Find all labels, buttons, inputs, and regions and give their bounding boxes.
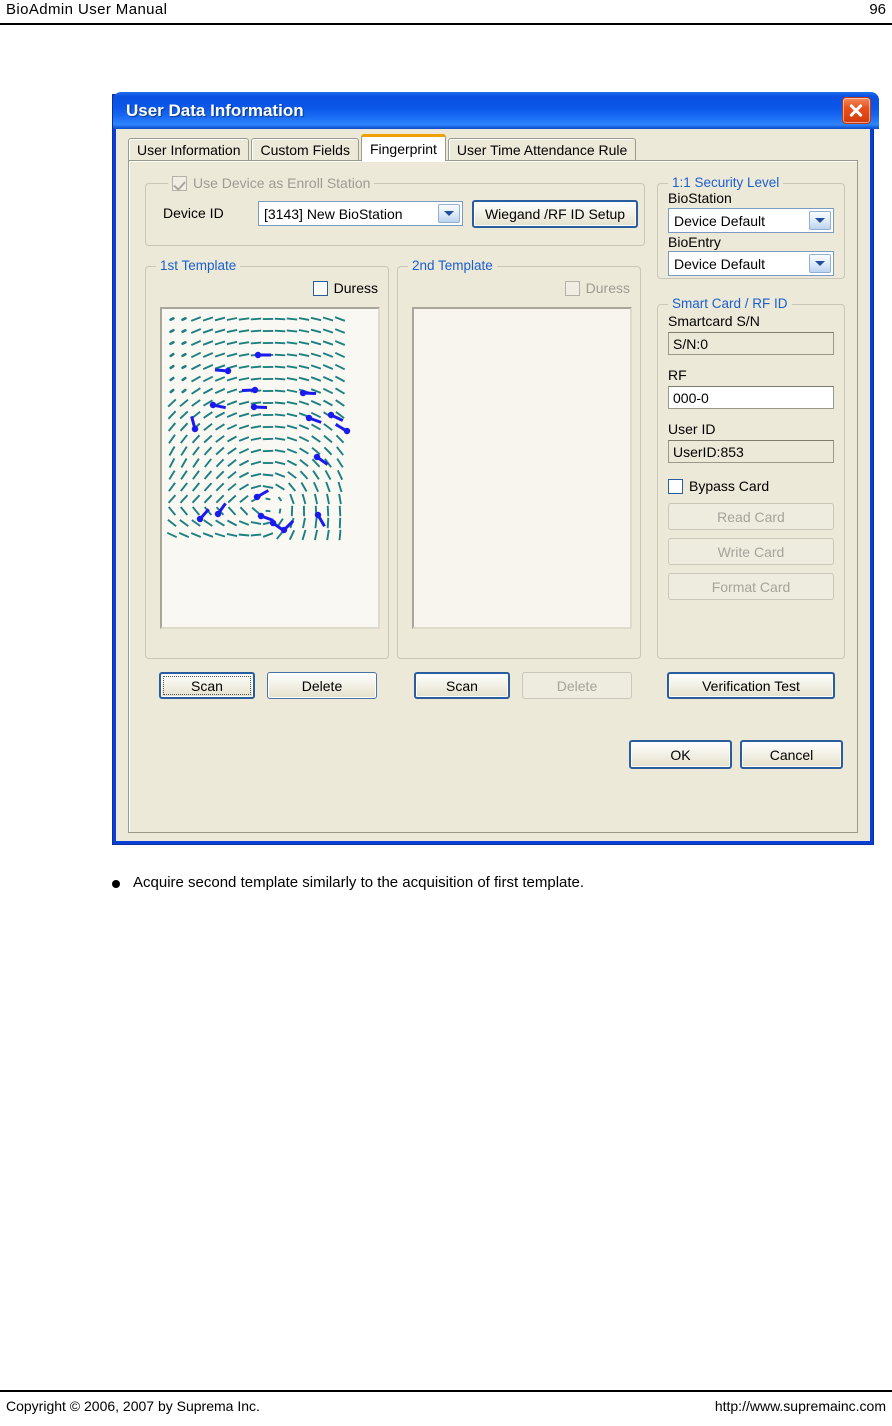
biostation-security-combo[interactable]: Device Default: [668, 208, 834, 233]
fingerprint-tab-panel: Use Device as Enroll Station Device ID […: [128, 160, 858, 833]
first-template-fingerprint-canvas[interactable]: [160, 307, 380, 629]
user-data-information-dialog: User Data Information User Information C…: [113, 92, 879, 844]
first-template-delete-button[interactable]: Delete: [267, 672, 377, 699]
second-template-duress-label: Duress: [585, 280, 630, 296]
second-template-scan-button[interactable]: Scan: [414, 672, 510, 699]
biostation-security-value: Device Default: [674, 212, 766, 229]
first-template-duress-label: Duress: [333, 280, 378, 296]
bypass-card-checkbox[interactable]: Bypass Card: [668, 478, 769, 494]
tab-fingerprint[interactable]: Fingerprint: [360, 134, 446, 161]
chevron-down-icon[interactable]: [809, 254, 831, 273]
page-footer: Copyright © 2006, 2007 by Suprema Inc. h…: [0, 1394, 892, 1418]
ok-button[interactable]: OK: [629, 740, 732, 769]
tab-user-information[interactable]: User Information: [128, 138, 250, 161]
bullet-icon: [112, 880, 120, 888]
rf-field[interactable]: 000-0: [668, 386, 834, 409]
website-url[interactable]: http://www.supremainc.com: [715, 1398, 886, 1414]
verification-test-button[interactable]: Verification Test: [667, 672, 835, 699]
second-template-legend: 2nd Template: [408, 258, 497, 273]
dialog-titlebar: User Data Information: [113, 92, 879, 129]
read-card-button: Read Card: [668, 503, 834, 530]
enroll-station-legend-label: Use Device as Enroll Station: [193, 175, 371, 191]
smartcard-sn-label: Smartcard S/N: [668, 313, 760, 329]
fingerprint-image: [166, 316, 351, 541]
device-id-value: [3143] New BioStation: [264, 205, 403, 222]
first-template-duress-checkbox[interactable]: Duress: [312, 280, 378, 296]
duress-checkbox-box[interactable]: [564, 280, 580, 296]
smart-card-group: Smart Card / RF ID Smartcard S/N S/N:0 R…: [657, 296, 845, 659]
tab-custom-fields[interactable]: Custom Fields: [251, 138, 359, 161]
format-card-button: Format Card: [668, 573, 834, 600]
dialog-title: User Data Information: [126, 100, 304, 120]
rf-label: RF: [668, 367, 687, 383]
first-template-scan-button[interactable]: Scan: [159, 672, 255, 699]
device-id-label: Device ID: [163, 205, 224, 221]
cancel-button[interactable]: Cancel: [740, 740, 843, 769]
bioentry-security-combo[interactable]: Device Default: [668, 251, 834, 276]
tab-user-time-attendance-rule[interactable]: User Time Attendance Rule: [447, 138, 637, 161]
chevron-down-icon[interactable]: [438, 204, 460, 223]
bioentry-label: BioEntry: [668, 234, 721, 250]
write-card-button: Write Card: [668, 538, 834, 565]
footer-divider: [0, 1390, 892, 1392]
close-icon[interactable]: [842, 97, 871, 124]
bullet-note: Acquire second template similarly to the…: [112, 874, 832, 891]
dialog-body: User Information Custom Fields Fingerpri…: [116, 129, 870, 841]
page-number: 96: [869, 1, 886, 18]
user-id-label: User ID: [668, 421, 716, 437]
use-device-as-enroll-station-checkbox[interactable]: [172, 175, 187, 191]
device-id-combo[interactable]: [3143] New BioStation: [258, 201, 463, 226]
enroll-station-group: Use Device as Enroll Station Device ID […: [145, 175, 645, 246]
smart-card-legend: Smart Card / RF ID: [668, 296, 792, 311]
second-template-group: 2nd Template Duress: [397, 258, 641, 659]
user-id-field: UserID:853: [668, 440, 834, 463]
first-template-group: 1st Template Duress: [145, 258, 389, 659]
security-level-group: 1:1 Security Level BioStation Device Def…: [657, 175, 845, 279]
second-template-delete-button: Delete: [522, 672, 632, 699]
manual-title: BioAdmin User Manual: [6, 1, 168, 18]
bypass-card-label: Bypass Card: [689, 478, 770, 494]
copyright-text: Copyright © 2006, 2007 by Suprema Inc.: [6, 1398, 260, 1414]
second-template-fingerprint-canvas[interactable]: [412, 307, 632, 629]
security-level-legend: 1:1 Security Level: [668, 175, 784, 190]
first-template-legend: 1st Template: [156, 258, 241, 273]
smartcard-sn-field: S/N:0: [668, 332, 834, 355]
wiegand-rf-id-setup-button[interactable]: Wiegand /RF ID Setup: [472, 200, 638, 228]
duress-checkbox-box[interactable]: [312, 280, 328, 296]
header-divider: [0, 23, 892, 25]
enroll-station-legend: Use Device as Enroll Station: [168, 175, 375, 194]
second-template-duress-checkbox[interactable]: Duress: [564, 280, 630, 296]
bullet-note-text: Acquire second template similarly to the…: [133, 874, 585, 891]
chevron-down-icon[interactable]: [809, 211, 831, 230]
bypass-card-checkbox-box[interactable]: [668, 478, 683, 494]
bioentry-security-value: Device Default: [674, 255, 766, 272]
tab-strip: User Information Custom Fields Fingerpri…: [128, 134, 858, 161]
biostation-label: BioStation: [668, 190, 732, 206]
